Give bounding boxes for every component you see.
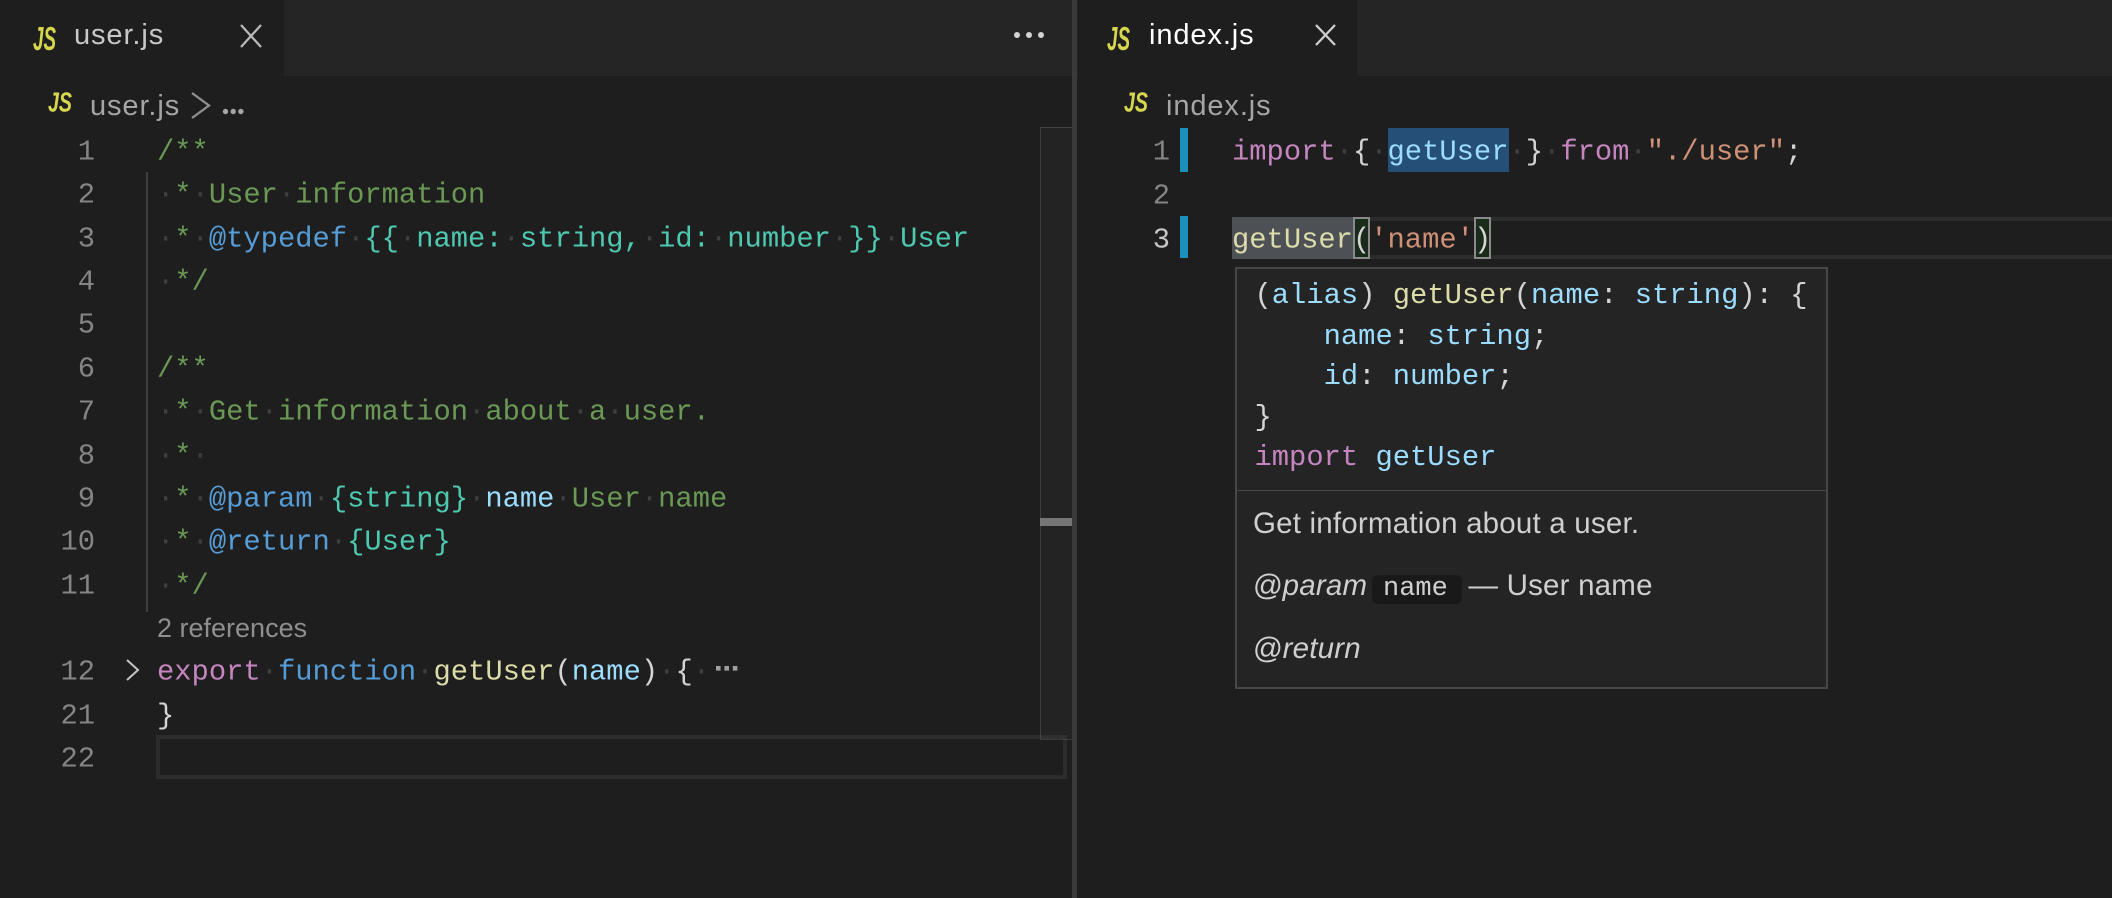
svg-text:JS: JS [1124, 88, 1148, 116]
svg-text:JS: JS [1107, 24, 1130, 54]
svg-text:JS: JS [33, 24, 56, 54]
svg-text:JS: JS [48, 88, 72, 116]
